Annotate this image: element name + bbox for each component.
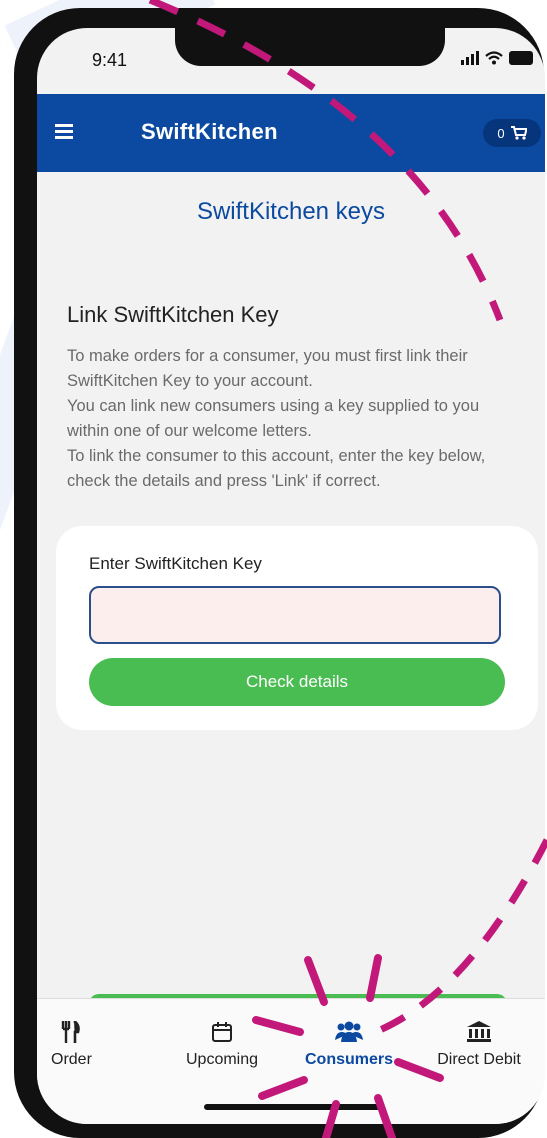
tab-upcoming[interactable]: Upcoming <box>170 1019 274 1069</box>
key-field-label: Enter SwiftKitchen Key <box>89 554 262 573</box>
tab-label: Direct Debit <box>437 1051 521 1068</box>
status-icons <box>461 51 533 65</box>
tab-label: Consumers <box>304 1051 394 1068</box>
app-screen: 9:41 SwiftKitchen 0 SwiftKitchen keys Li… <box>37 28 545 1124</box>
camera-notch <box>175 28 445 66</box>
tab-order[interactable]: Order <box>51 1019 92 1069</box>
calendar-icon <box>212 1022 232 1042</box>
check-details-button[interactable]: Check details <box>89 658 505 706</box>
tab-consumers[interactable]: Consumers <box>296 1019 402 1069</box>
key-form-card: Enter SwiftKitchen Key Check details <box>56 526 538 730</box>
menu-icon[interactable] <box>55 124 73 139</box>
wifi-icon <box>485 51 503 65</box>
cart-button[interactable]: 0 <box>483 119 541 147</box>
tab-label: Upcoming <box>185 1051 259 1068</box>
instruction-text: To make orders for a consumer, you must … <box>67 347 468 390</box>
tab-direct-debit[interactable]: Direct Debit <box>425 1019 533 1069</box>
section-title: Link SwiftKitchen Key <box>67 302 279 327</box>
cart-icon <box>510 126 527 140</box>
status-time: 9:41 <box>92 50 128 70</box>
instructions: To make orders for a consumer, you must … <box>67 344 522 494</box>
signal-icon <box>461 51 479 65</box>
home-indicator <box>204 1104 380 1110</box>
battery-icon <box>509 51 533 65</box>
instruction-text: To link the consumer to this account, en… <box>67 447 486 490</box>
bank-icon <box>467 1021 491 1042</box>
key-input[interactable] <box>89 586 501 644</box>
tab-label: Order <box>51 1051 92 1068</box>
instruction-text: You can link new consumers using a key s… <box>67 397 480 440</box>
phone-frame: 9:41 SwiftKitchen 0 SwiftKitchen keys Li… <box>14 8 545 1138</box>
users-icon <box>335 1021 363 1042</box>
cutlery-icon <box>62 1021 81 1043</box>
cart-count: 0 <box>497 125 505 141</box>
page-title: SwiftKitchen keys <box>196 198 386 225</box>
app-title: SwiftKitchen <box>141 119 278 144</box>
app-header: SwiftKitchen 0 <box>37 94 545 172</box>
